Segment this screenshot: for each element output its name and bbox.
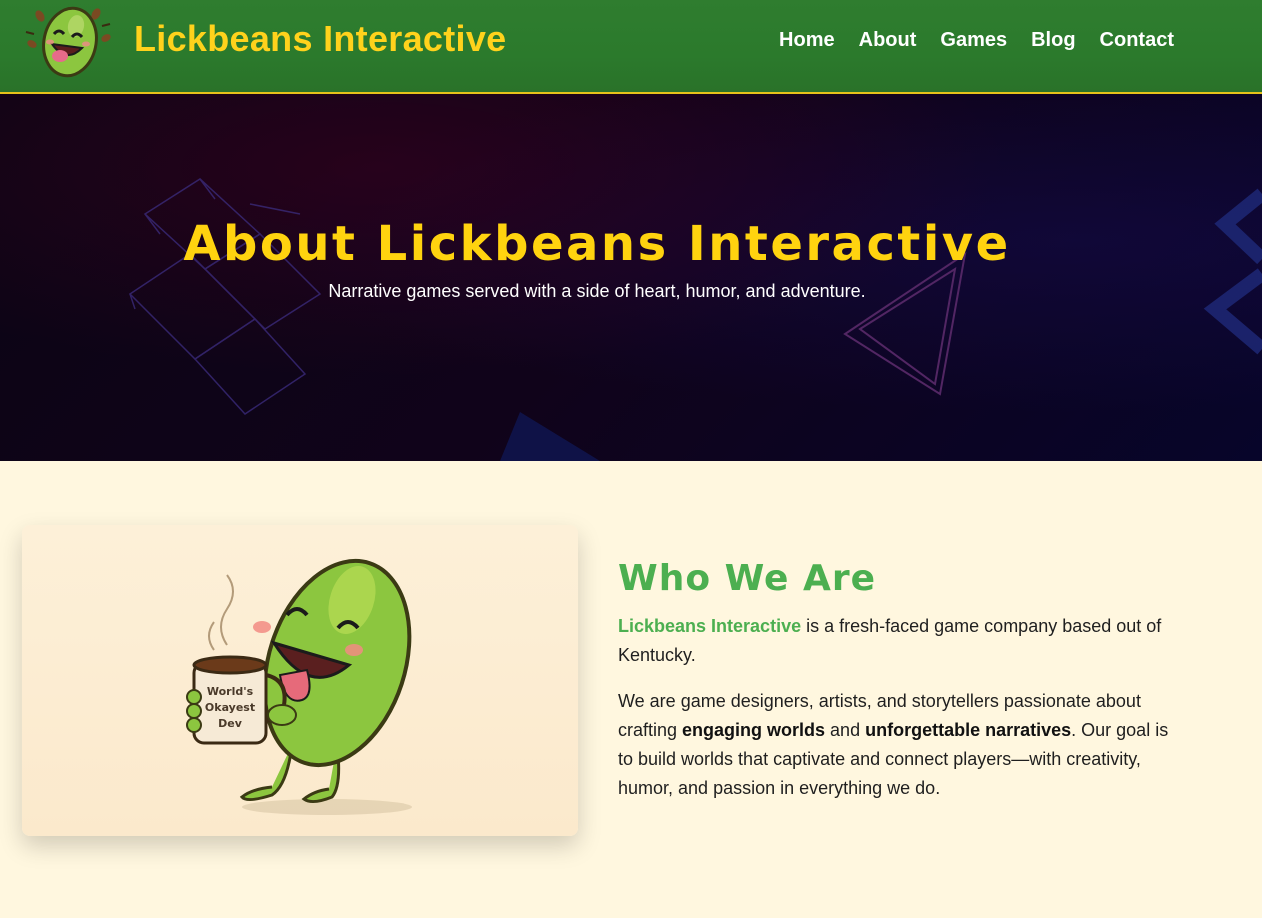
mission-text-c: and [825,720,866,740]
nav-blog[interactable]: Blog [1031,29,1075,52]
intro-paragraph: Lickbeans Interactive is a fresh-faced g… [618,612,1178,670]
svg-text:Okayest: Okayest [205,701,255,714]
hero-title: About Lickbeans Interactive [183,216,1011,272]
mascot-illustration-card: World's Okayest Dev [22,525,578,836]
bold-engaging-worlds: engaging worlds [682,720,826,740]
bold-unforgettable-narratives: unforgettable narratives [865,720,1072,740]
logo-icon[interactable] [20,4,116,80]
section-title: Who We Are [618,558,877,599]
svg-text:Dev: Dev [218,717,243,730]
mission-paragraph: We are game designers, artists, and stor… [618,687,1178,803]
svg-text:World's: World's [207,685,254,698]
brand-name[interactable]: Lickbeans Interactive [134,18,506,60]
company-name-highlight: Lickbeans Interactive [618,616,802,636]
nav-games[interactable]: Games [940,29,1007,52]
nav-contact[interactable]: Contact [1100,29,1174,52]
nav-home[interactable]: Home [779,29,835,52]
hero-subtitle: Narrative games served with a side of he… [328,281,866,301]
nav-about[interactable]: About [859,29,917,52]
hero-banner: About Lickbeans Interactive Narrative ga… [0,94,1262,461]
hero-background-shapes [128,178,1262,461]
main-nav: Home About Games Blog Contact [779,29,1174,52]
site-header: Lickbeans Interactive Home About Games B… [0,0,1262,94]
bean-mascot-with-mug-illustration: World's Okayest Dev [186,558,412,815]
